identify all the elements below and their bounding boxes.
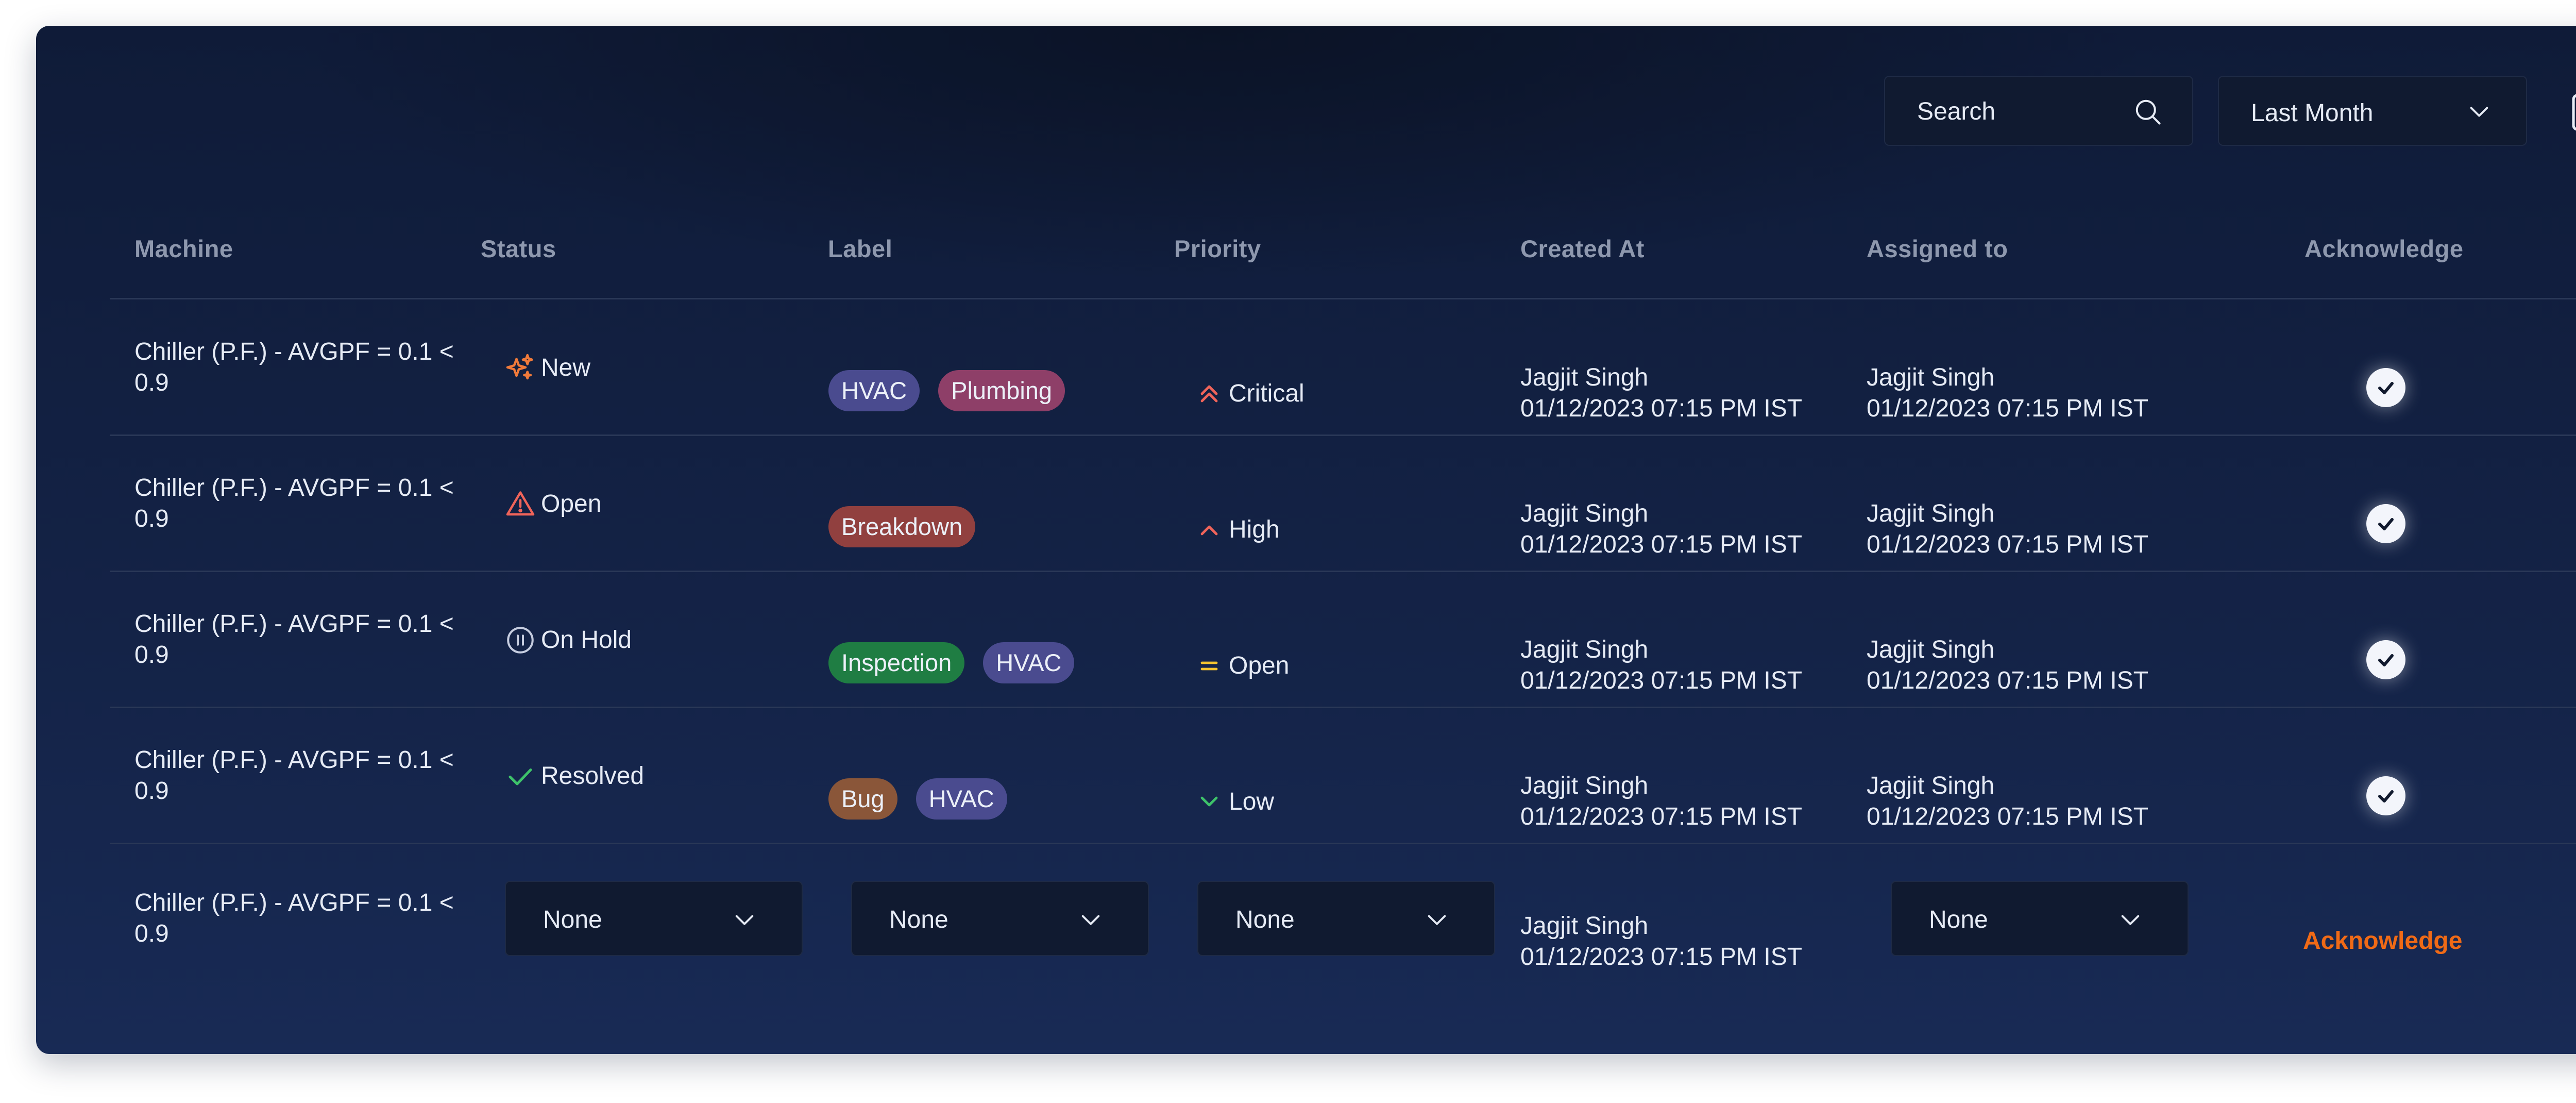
status-cell: New — [505, 353, 590, 383]
label-tag: Bug — [828, 778, 897, 820]
chevron-down-icon — [1081, 915, 1100, 925]
search-icon[interactable] — [2132, 96, 2163, 127]
created-at-cell: Jagjit Singh 01/12/2023 07:15 PM IST — [1520, 364, 1803, 422]
row-divider — [110, 571, 2576, 572]
acknowledged-button[interactable] — [2366, 640, 2405, 679]
status-text: New — [541, 354, 591, 381]
assigned-to-cell: Jagjit Singh 01/12/2023 07:15 PM IST — [1867, 636, 2149, 694]
priority-select[interactable]: None — [1197, 881, 1495, 956]
row-divider — [110, 843, 2576, 844]
column-header-priority: Priority — [1174, 235, 1261, 262]
check-icon — [2378, 790, 2394, 803]
label-tag: Breakdown — [828, 506, 976, 547]
chevron-down-icon — [735, 915, 754, 925]
priority-cell: Low — [1199, 787, 1274, 817]
machine-cell: Chiller (P.F.) - AVGPF = 0.1 < 0.9 — [134, 338, 454, 396]
status-cell: Resolved — [505, 761, 644, 792]
column-header-assigned-to: Assigned to — [1867, 235, 2008, 262]
labels-cell: HVAC Plumbing — [828, 370, 1083, 411]
column-header-status: Status — [481, 235, 556, 262]
labels-cell: Bug HVAC — [828, 778, 1026, 820]
chevron-down-icon — [2121, 915, 2140, 925]
machine-cell: Chiller (P.F.) - AVGPF = 0.1 < 0.9 — [134, 746, 454, 805]
priority-text: Low — [1229, 788, 1275, 815]
label-tag: HVAC — [828, 370, 920, 411]
machine-cell: Chiller (P.F.) - AVGPF = 0.1 < 0.9 — [134, 474, 454, 532]
label-tag: Inspection — [828, 642, 965, 683]
chevron-up-icon — [1200, 525, 1218, 536]
status-select-value: None — [543, 906, 602, 933]
created-at-cell: Jagjit Singh 01/12/2023 07:15 PM IST — [1520, 772, 1803, 830]
label-tag: HVAC — [916, 778, 1007, 820]
search-input[interactable] — [1916, 77, 2124, 146]
label-select[interactable]: None — [851, 881, 1149, 956]
status-select[interactable]: None — [505, 881, 803, 956]
header-divider — [110, 298, 2576, 299]
double-chevron-up-icon — [1200, 385, 1218, 403]
labels-cell: Inspection HVAC — [828, 642, 1093, 683]
date-range-select[interactable]: Last Month — [2218, 76, 2527, 146]
created-at-cell: Jagjit Singh 01/12/2023 07:15 PM IST — [1520, 636, 1803, 694]
pause-circle-icon — [507, 627, 534, 654]
assignee-select-value: None — [1929, 906, 1988, 933]
created-at-cell: Jagjit Singh 01/12/2023 07:15 PM IST — [1520, 500, 1803, 558]
check-icon — [2378, 518, 2394, 530]
equals-icon — [1200, 661, 1218, 671]
column-header-machine: Machine — [134, 235, 233, 262]
priority-text: Critical — [1229, 380, 1304, 407]
chevron-down-icon — [1200, 796, 1218, 807]
row-divider — [110, 707, 2576, 708]
status-text: Resolved — [541, 762, 645, 790]
acknowledged-button[interactable] — [2366, 504, 2405, 543]
priority-cell: Critical — [1199, 378, 1304, 409]
machine-cell: Chiller (P.F.) - AVGPF = 0.1 < 0.9 — [134, 889, 454, 947]
status-cell: On Hold — [505, 625, 632, 656]
row-divider — [110, 434, 2576, 436]
acknowledge-button[interactable]: Acknowledge — [2303, 927, 2462, 955]
check-icon — [2378, 654, 2394, 666]
search-box[interactable] — [1884, 76, 2193, 146]
label-tag: HVAC — [983, 642, 1075, 683]
status-text: On Hold — [541, 626, 632, 654]
chevron-down-icon — [2470, 107, 2488, 117]
priority-cell: Open — [1199, 650, 1289, 681]
machine-cell: Chiller (P.F.) - AVGPF = 0.1 < 0.9 — [134, 610, 454, 669]
status-cell: Open — [505, 489, 601, 520]
priority-text: Open — [1229, 652, 1290, 679]
column-header-acknowledge: Acknowledge — [2304, 235, 2464, 262]
created-at-cell: Jagjit Singh 01/12/2023 07:15 PM IST — [1520, 912, 1803, 971]
labels-cell: Breakdown — [828, 506, 994, 547]
priority-cell: High — [1199, 514, 1280, 545]
warning-triangle-icon — [506, 491, 535, 516]
alerts-table-panel: Last Month Machine Status Label Priority… — [36, 26, 2576, 1054]
label-tag: Plumbing — [938, 370, 1065, 411]
priority-select-value: None — [1235, 906, 1295, 933]
check-icon — [2378, 382, 2394, 394]
status-text: Open — [541, 490, 602, 517]
assigned-to-cell: Jagjit Singh 01/12/2023 07:15 PM IST — [1867, 364, 2149, 422]
assigned-to-cell: Jagjit Singh 01/12/2023 07:15 PM IST — [1867, 772, 2149, 830]
date-range-value: Last Month — [2251, 99, 2374, 127]
check-icon — [509, 768, 532, 786]
sparkle-icon — [506, 354, 533, 380]
label-select-value: None — [889, 906, 948, 933]
assigned-to-cell: Jagjit Singh 01/12/2023 07:15 PM IST — [1867, 500, 2149, 558]
acknowledged-button[interactable] — [2366, 368, 2405, 407]
chevron-down-icon — [1428, 915, 1446, 925]
priority-text: High — [1229, 516, 1280, 543]
column-header-created-at: Created At — [1520, 235, 1645, 262]
acknowledged-button[interactable] — [2366, 776, 2405, 815]
column-header-label: Label — [828, 235, 893, 262]
assignee-select[interactable]: None — [1891, 881, 2189, 956]
file-download-icon[interactable] — [2569, 93, 2576, 132]
